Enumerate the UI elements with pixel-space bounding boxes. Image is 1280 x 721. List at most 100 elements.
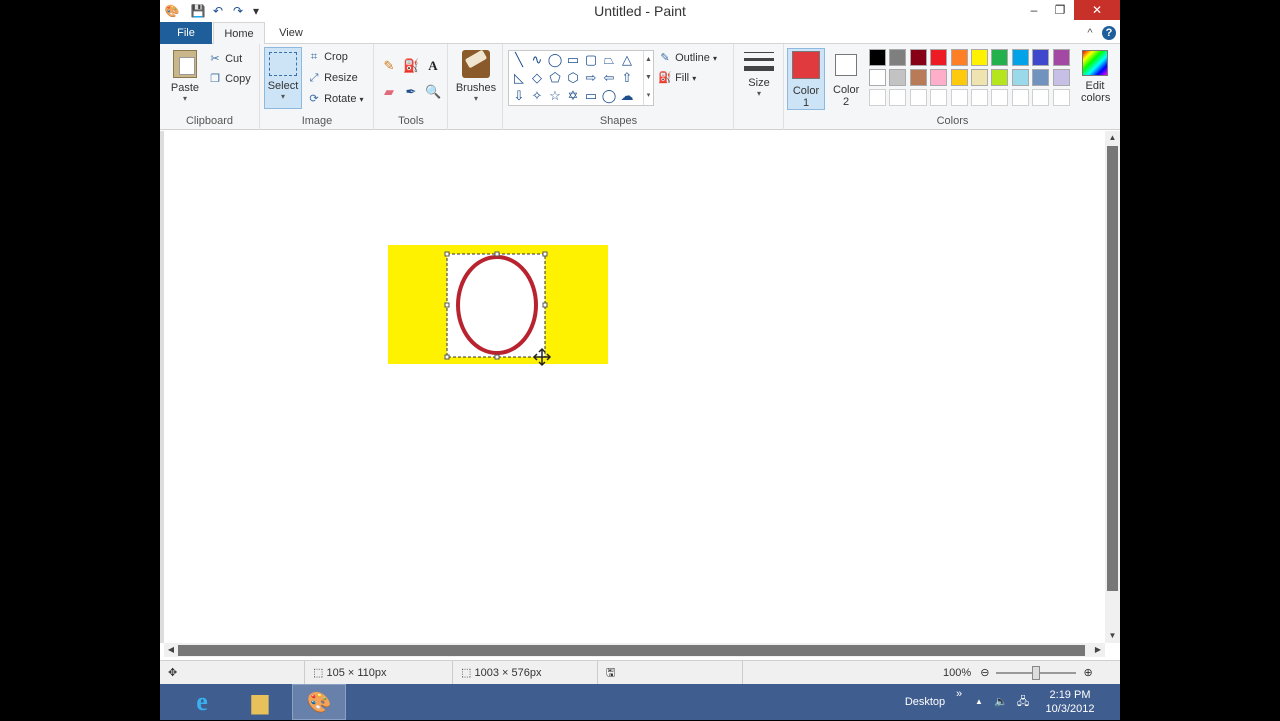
paste-button[interactable]: Paste ▾ [168,48,202,110]
zoom-slider-thumb[interactable] [1032,666,1041,681]
curve-shape-icon[interactable]: ∿ [529,52,545,68]
palette-color-swatch[interactable] [991,69,1009,86]
pentagon-shape-icon[interactable]: ⬠ [547,70,563,86]
line-shape-icon[interactable]: ╲ [511,52,527,68]
custom-color-slot[interactable] [1032,89,1050,106]
triangle-shape-icon[interactable]: △ [619,52,635,68]
custom-color-slot[interactable] [930,89,948,106]
palette-color-swatch[interactable] [889,69,907,86]
zoom-out-icon[interactable]: ⊖ [980,667,989,679]
palette-color-swatch[interactable] [1011,69,1029,86]
eraser-icon[interactable]: ▰ [381,84,397,100]
palette-color-swatch[interactable] [1052,69,1070,86]
palette-color-swatch[interactable] [909,69,927,86]
pencil-icon[interactable]: ✎ [381,58,397,74]
tab-view[interactable]: View [266,22,316,44]
palette-color-swatch[interactable] [869,69,886,86]
oval-shape-icon[interactable]: ◯ [547,52,563,68]
brushes-button[interactable]: Brushes ▾ [453,48,499,103]
zoom-slider[interactable] [996,666,1077,681]
right-triangle-shape-icon[interactable]: ◺ [511,70,527,86]
palette-color-swatch[interactable] [869,49,886,66]
palette-color-swatch[interactable] [1011,49,1029,66]
text-tool-icon[interactable]: A [425,58,441,74]
rectangle-shape-icon[interactable]: ▭ [565,52,581,68]
up-arrow-shape-icon[interactable]: ⇧ [619,70,635,86]
vertical-scrollbar[interactable]: ▲ ▼ [1105,131,1120,643]
select-button[interactable]: Select ▾ [264,47,302,109]
vertical-scroll-thumb[interactable] [1107,146,1118,591]
palette-color-swatch[interactable] [971,69,988,86]
horizontal-scroll-thumb[interactable] [178,645,1085,656]
custom-color-slot[interactable] [950,89,968,106]
network-icon[interactable]: 🖧 [1014,684,1032,720]
drawing-canvas[interactable] [164,131,1105,643]
help-icon[interactable]: ? [1102,26,1116,40]
volume-icon[interactable]: 🔈 [992,684,1010,720]
down-arrow-shape-icon[interactable]: ⇩ [511,88,527,104]
palette-color-swatch[interactable] [950,69,968,86]
palette-color-swatch[interactable] [1032,49,1050,66]
scroll-up-arrow-icon[interactable]: ▲ [1105,131,1120,145]
shapes-scroll[interactable]: ▲ ▼ ▾ [643,51,653,105]
palette-color-swatch[interactable] [971,49,988,66]
right-arrow-shape-icon[interactable]: ⇨ [583,70,599,86]
five-point-star-icon[interactable]: ☆ [547,88,563,104]
edit-colors-button[interactable]: Edit colors [1075,48,1115,104]
palette-color-swatch[interactable] [930,69,948,86]
crop-button[interactable]: ⌗ Crop [307,50,348,64]
file-explorer-icon[interactable]: ▆ [240,684,280,720]
copy-button[interactable]: ❐ Copy [208,72,251,86]
rounded-callout-icon[interactable]: ▭ [583,88,599,104]
color2-button[interactable]: Color 2 [829,48,863,110]
oval-callout-icon[interactable]: ◯ [601,88,617,104]
toolbar-expand-icon[interactable]: » [954,684,964,720]
palette-color-swatch[interactable] [889,49,907,66]
resize-button[interactable]: ⤢ Resize [307,71,358,85]
palette-color-swatch[interactable] [909,49,927,66]
diamond-shape-icon[interactable]: ◇ [529,70,545,86]
custom-color-slot[interactable] [869,89,886,106]
four-point-star-icon[interactable]: ✧ [529,88,545,104]
minimize-button[interactable]: – [1022,0,1046,20]
tab-home[interactable]: Home [213,22,265,45]
cut-button[interactable]: ✂ Cut [208,52,242,66]
outline-button[interactable]: ✎ Outline ▾ [658,51,717,65]
color-picker-icon[interactable]: ✒ [403,84,419,100]
close-button[interactable]: ✕ [1074,0,1120,20]
palette-color-swatch[interactable] [991,49,1009,66]
palette-color-swatch[interactable] [950,49,968,66]
palette-color-swatch[interactable] [930,49,948,66]
fill-bucket-icon[interactable]: ⛽ [403,58,419,74]
tab-file[interactable]: File [160,22,212,44]
scroll-left-arrow-icon[interactable]: ◀ [164,643,178,657]
minimize-ribbon-icon[interactable]: ^ [1082,22,1098,44]
internet-explorer-icon[interactable]: e [182,684,222,720]
rotate-button[interactable]: ⟳ Rotate ▾ [307,92,363,106]
horizontal-scrollbar[interactable]: ◀ ▶ [164,643,1105,657]
polygon-shape-icon[interactable]: ⏢ [601,52,617,68]
cloud-callout-icon[interactable]: ☁ [619,88,635,104]
six-point-star-icon[interactable]: ✡ [565,88,581,104]
left-arrow-shape-icon[interactable]: ⇦ [601,70,617,86]
magnifier-icon[interactable]: 🔍 [425,84,441,100]
scroll-down-arrow-icon[interactable]: ▼ [1105,629,1120,643]
palette-color-swatch[interactable] [1032,69,1050,86]
clock[interactable]: 2:19 PM 10/3/2012 [1040,684,1100,720]
custom-color-slot[interactable] [889,89,907,106]
paint-taskbar-icon[interactable]: 🎨 [292,684,346,720]
custom-color-slot[interactable] [971,89,988,106]
color1-button[interactable]: Color 1 [787,48,825,110]
zoom-in-icon[interactable]: ⊕ [1084,667,1093,679]
rounded-rect-shape-icon[interactable]: ▢ [583,52,599,68]
custom-color-slot[interactable] [1011,89,1029,106]
palette-color-swatch[interactable] [1052,49,1070,66]
show-hidden-icons-icon[interactable]: ▲ [972,684,986,720]
desktop-toolbar-label[interactable]: Desktop [900,684,950,720]
hexagon-shape-icon[interactable]: ⬡ [565,70,581,86]
custom-color-slot[interactable] [991,89,1009,106]
restore-button[interactable]: ❐ [1048,0,1072,20]
scroll-right-arrow-icon[interactable]: ▶ [1091,643,1105,657]
custom-color-slot[interactable] [1052,89,1070,106]
size-button[interactable]: Size ▾ [739,48,779,98]
